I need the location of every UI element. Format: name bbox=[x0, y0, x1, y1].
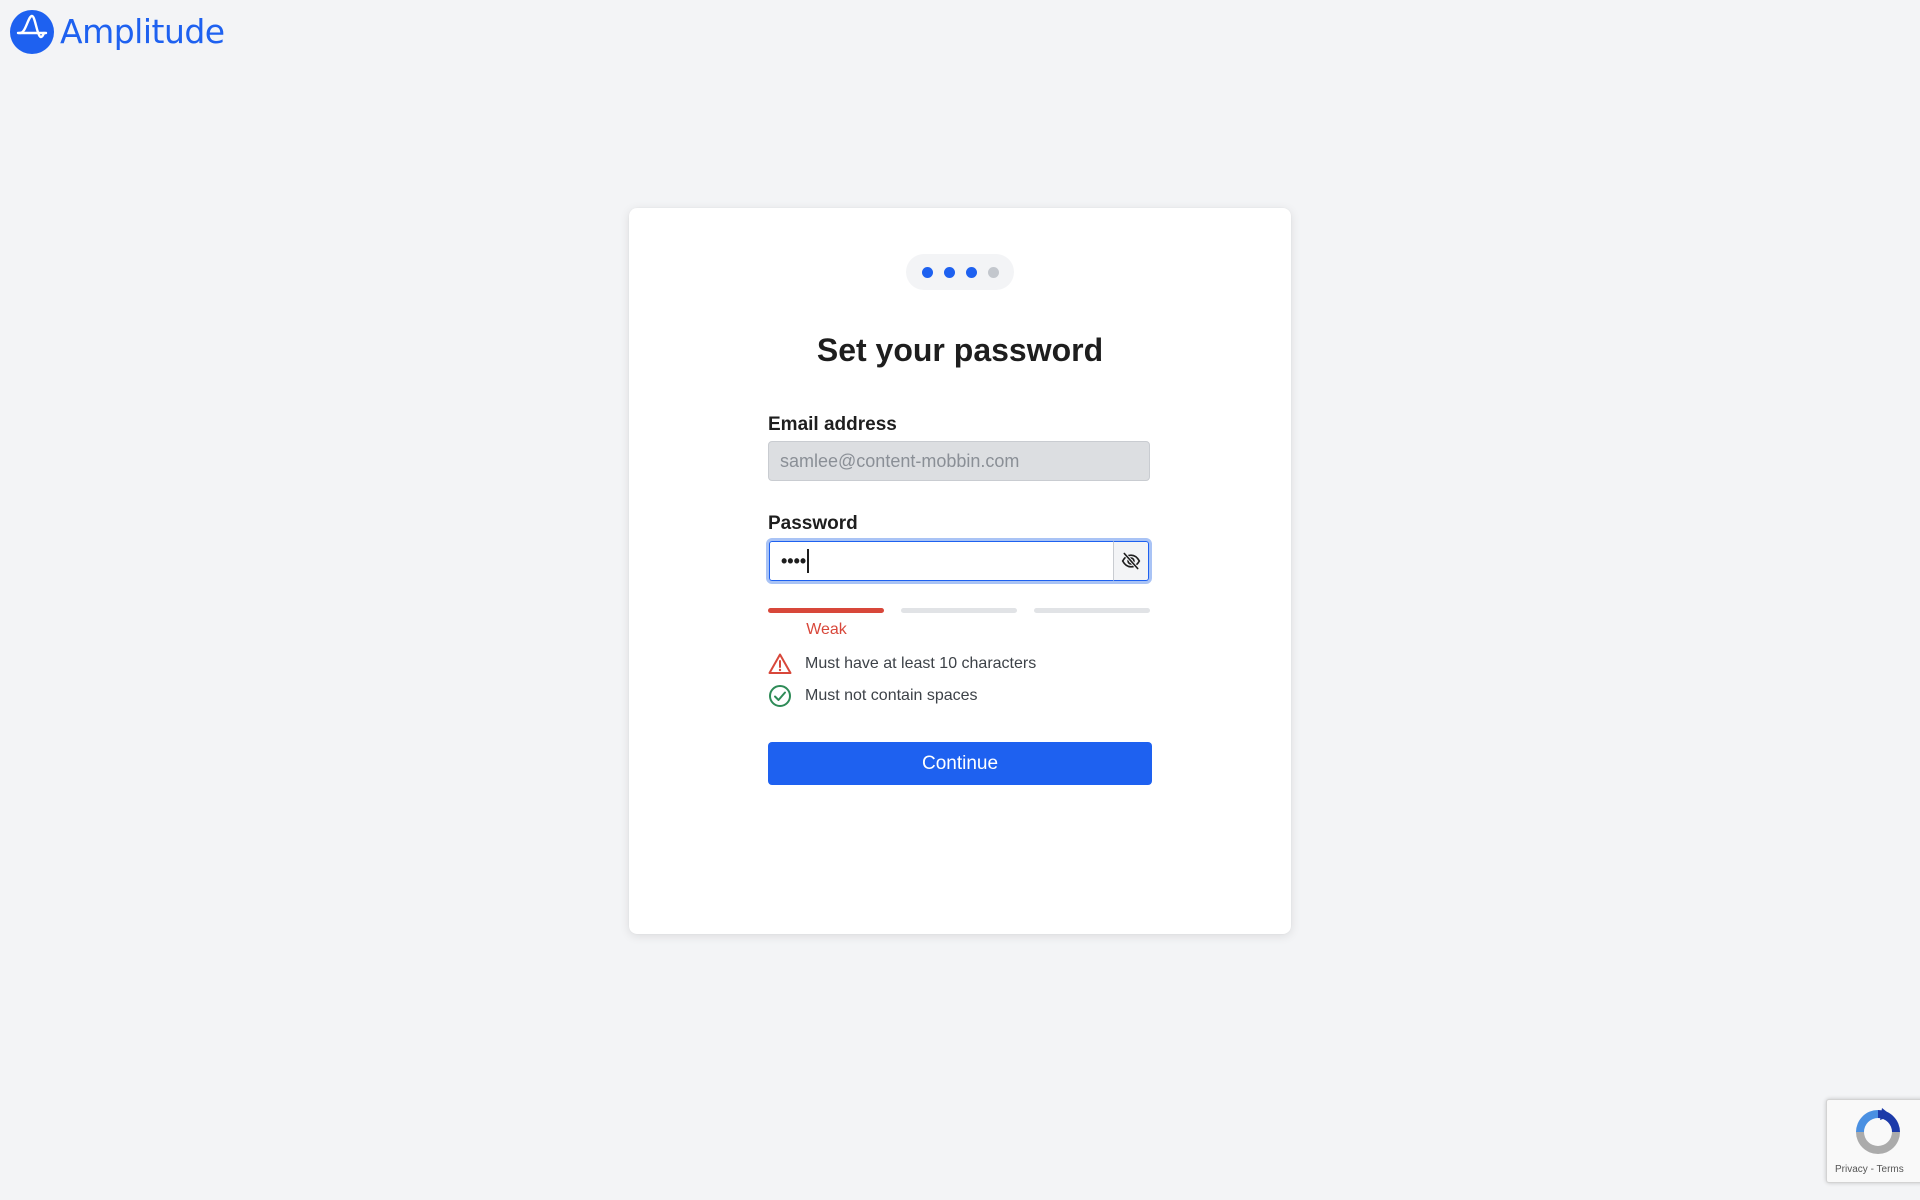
recaptcha-separator: - bbox=[1870, 1164, 1874, 1175]
step-dot-3 bbox=[965, 266, 977, 278]
password-masked-value: •••• bbox=[781, 550, 807, 571]
page-title: Set your password bbox=[816, 332, 1104, 368]
text-caret bbox=[807, 549, 810, 573]
continue-button[interactable]: Continue bbox=[768, 742, 1152, 785]
step-dot-1 bbox=[921, 266, 933, 278]
strength-segment-2 bbox=[901, 608, 1017, 613]
strength-segment-3 bbox=[1034, 608, 1150, 613]
recaptcha-icon bbox=[1856, 1108, 1900, 1154]
set-password-card: Set your password Email address Password… bbox=[629, 208, 1291, 934]
check-circle-icon bbox=[769, 685, 791, 707]
password-label: Password bbox=[768, 513, 858, 534]
rule-no-spaces: Must not contain spaces bbox=[768, 684, 1036, 708]
recaptcha-links: Privacy - Terms bbox=[1835, 1164, 1904, 1176]
password-strength-meter bbox=[768, 608, 1150, 613]
eye-off-icon bbox=[1121, 552, 1141, 570]
progress-stepper bbox=[906, 254, 1014, 290]
rule-text: Must have at least 10 characters bbox=[805, 655, 1037, 672]
brand-name: Amplitude bbox=[60, 12, 225, 51]
password-input-group: •••• bbox=[766, 538, 1152, 584]
amplitude-logo[interactable]: Amplitude bbox=[10, 10, 225, 54]
strength-segment-1 bbox=[768, 608, 884, 613]
amplitude-logo-icon bbox=[10, 10, 54, 54]
rule-text: Must not contain spaces bbox=[805, 687, 978, 704]
recaptcha-badge[interactable]: Privacy - Terms bbox=[1826, 1099, 1920, 1183]
rule-min-length: Must have at least 10 characters bbox=[768, 652, 1036, 676]
step-dot-4 bbox=[987, 266, 999, 278]
show-password-toggle[interactable] bbox=[1113, 541, 1149, 581]
password-rules: Must have at least 10 characters Must no… bbox=[768, 652, 1036, 716]
recaptcha-terms-link[interactable]: Terms bbox=[1877, 1164, 1904, 1175]
email-field[interactable] bbox=[768, 441, 1150, 481]
password-field[interactable]: •••• bbox=[769, 541, 1113, 581]
password-strength-label: Weak bbox=[806, 621, 847, 638]
warning-triangle-icon bbox=[768, 653, 792, 674]
email-label: Email address bbox=[768, 414, 897, 435]
step-dot-2 bbox=[943, 266, 955, 278]
recaptcha-privacy-link[interactable]: Privacy bbox=[1835, 1164, 1868, 1175]
